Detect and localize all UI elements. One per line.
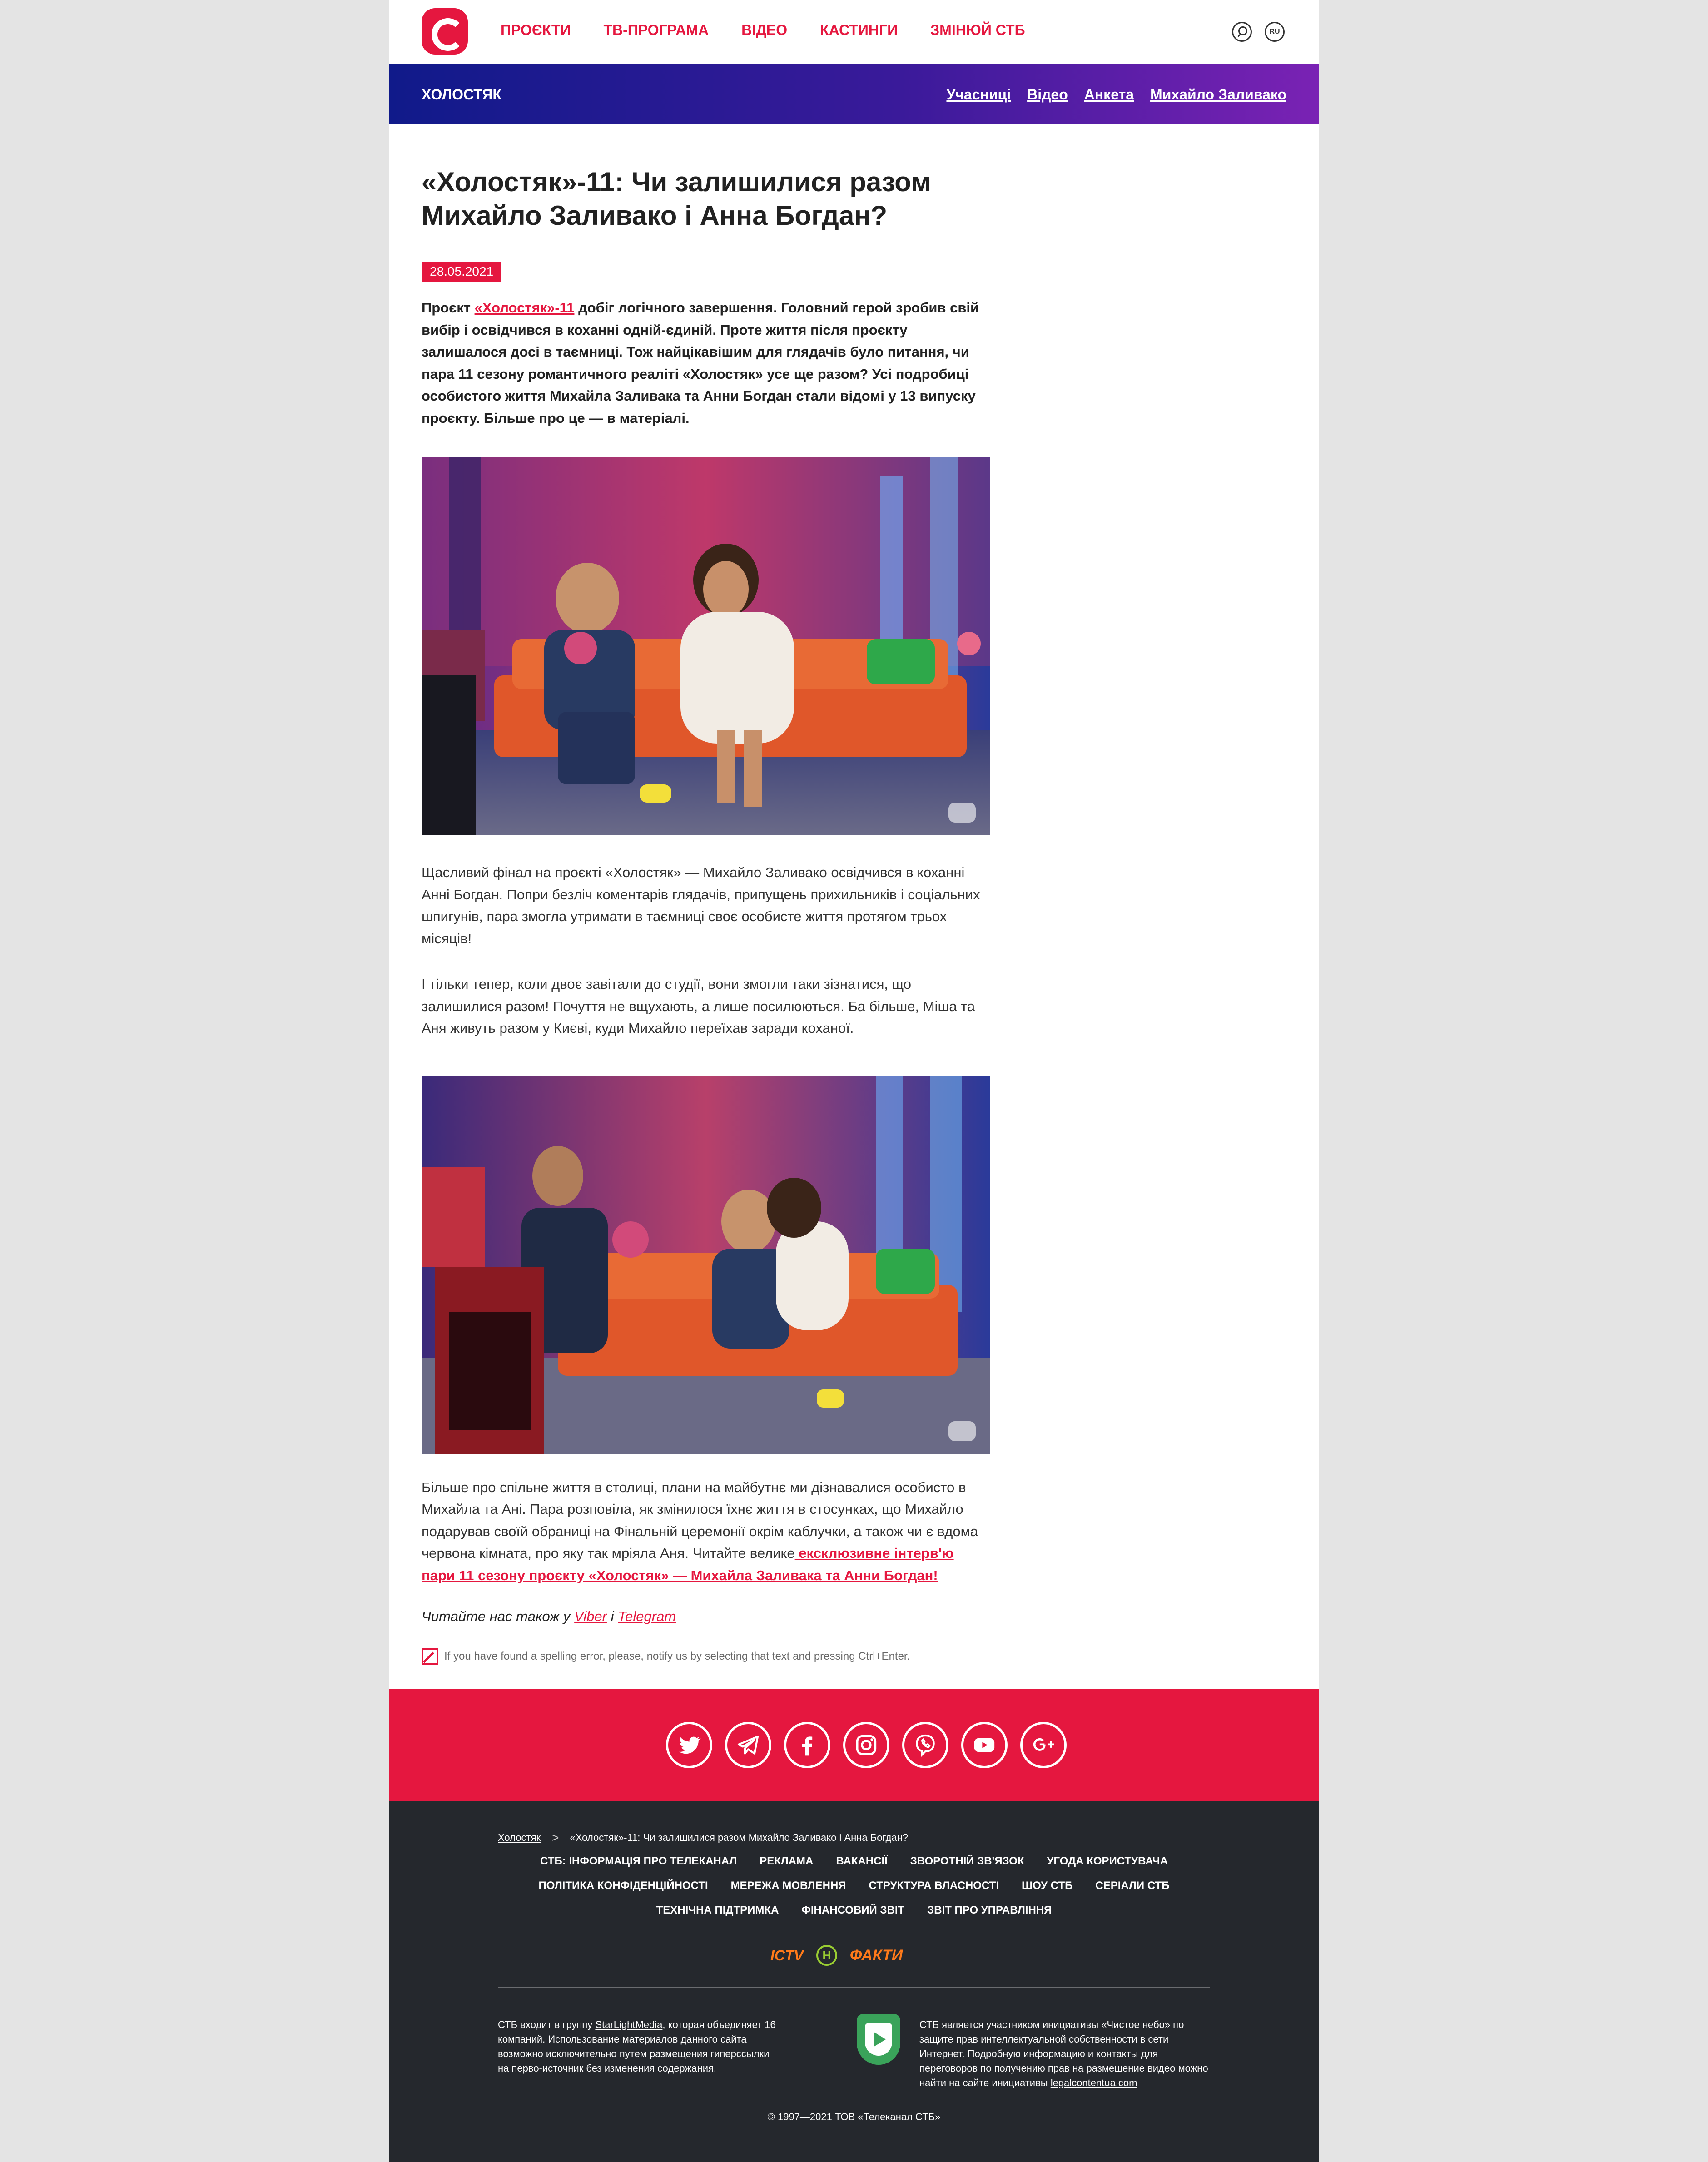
footer-links-row-2: ПОЛІТИКА КОНФІДЕНЦІЙНОСТІ МЕРЕЖА МОВЛЕНН…: [498, 1879, 1210, 1892]
breadcrumb-separator: >: [551, 1830, 559, 1845]
google-plus-icon[interactable]: [1020, 1722, 1067, 1768]
footer-link-vacancies[interactable]: ВАКАНСІЇ: [836, 1855, 887, 1868]
article-paragraph-1: Щасливий фінал на проєкті «Холостяк» — М…: [422, 864, 980, 947]
stb-logo-icon[interactable]: [422, 8, 468, 55]
nav-tv-program[interactable]: ТВ-ПРОГРАМА: [603, 22, 709, 39]
footer-link-financial-report[interactable]: ФІНАНСОВИЙ ЗВІТ: [801, 1904, 904, 1917]
starlightmedia-link[interactable]: StarLightMedia: [595, 2019, 662, 2030]
project-link-mykhailo[interactable]: Михайло Заливако: [1150, 86, 1286, 103]
instagram-icon[interactable]: [843, 1722, 889, 1768]
footer-link-ownership[interactable]: СТРУКТУРА ВЛАСНОСТІ: [869, 1879, 999, 1892]
telegram-icon[interactable]: [725, 1722, 771, 1768]
language-switch[interactable]: RU: [1265, 22, 1285, 42]
twitter-icon[interactable]: [666, 1722, 712, 1768]
telegram-link[interactable]: Telegram: [618, 1608, 676, 1624]
project-nav: Учасниці Відео Анкета Михайло Заливако: [946, 86, 1286, 103]
article-photo-1: [422, 457, 990, 835]
pencil-icon: [422, 1648, 438, 1665]
nav-change-stb[interactable]: ЗМІНЮЙ СТБ: [930, 22, 1025, 39]
article-date: 28.05.2021: [422, 262, 502, 282]
article-title: «Холостяк»-11: Чи залишилися разом Михай…: [422, 167, 931, 231]
read-us-also: Читайте нас також у Viber і Telegram: [422, 1608, 990, 1625]
breadcrumb: Холостяк > «Холостяк»-11: Чи залишилися …: [498, 1830, 908, 1845]
project-bar: ХОЛОСТЯК Учасниці Відео Анкета Михайло З…: [389, 64, 1319, 124]
article-paragraph-3: Більше про спільне життя в столиці, план…: [422, 1477, 990, 1587]
main-nav: ПРОЄКТИ ТВ-ПРОГРАМА ВІДЕО КАСТИНГИ ЗМІНЮ…: [501, 22, 1025, 39]
site-header: ПРОЄКТИ ТВ-ПРОГРАМА ВІДЕО КАСТИНГИ ЗМІНЮ…: [389, 0, 1319, 64]
youtube-icon[interactable]: [961, 1722, 1008, 1768]
footer-links-row-1: СТБ: ІНФОРМАЦІЯ ПРО ТЕЛЕКАНАЛ РЕКЛАМА ВА…: [498, 1855, 1210, 1868]
footer-link-about[interactable]: СТБ: ІНФОРМАЦІЯ ПРО ТЕЛЕКАНАЛ: [540, 1855, 737, 1868]
footer-link-management-report[interactable]: ЗВІТ ПРО УПРАВЛІННЯ: [927, 1904, 1052, 1917]
fakty-logo[interactable]: ФАКТИ: [850, 1947, 903, 1964]
copyright: © 1997—2021 ТОВ «Телеканал СТБ»: [767, 2111, 941, 2122]
ictv-logo[interactable]: ICTV: [770, 1947, 804, 1964]
project-title[interactable]: ХОЛОСТЯК: [422, 86, 501, 103]
page: ПРОЄКТИ ТВ-ПРОГРАМА ВІДЕО КАСТИНГИ ЗМІНЮ…: [389, 0, 1319, 2162]
nav-video[interactable]: ВІДЕО: [741, 22, 787, 39]
project-link-video[interactable]: Відео: [1027, 86, 1068, 103]
article-lead: Проєкт «Холостяк»-11 добіг логічного зав…: [422, 297, 990, 429]
viber-icon[interactable]: [902, 1722, 948, 1768]
lead-text-start: Проєкт: [422, 300, 475, 316]
article: «Холостяк»-11: Чи залишилися разом Михай…: [422, 165, 990, 1665]
footer-link-shows[interactable]: ШОУ СТБ: [1022, 1879, 1072, 1892]
social-band: [389, 1689, 1319, 1801]
footer-link-advertising[interactable]: РЕКЛАМА: [760, 1855, 813, 1868]
search-icon[interactable]: [1232, 22, 1252, 42]
novyny-logo[interactable]: Н: [816, 1945, 837, 1966]
footer-group-info: СТБ входит в группу StarLightMedia, кото…: [498, 2018, 780, 2076]
group-info-text-start: СТБ входит в группу: [498, 2019, 596, 2030]
footer-divider: [498, 1987, 1210, 1988]
footer-clean-sky-info: СТБ является участником инициативы «Чист…: [919, 2018, 1210, 2090]
read-us-text: Читайте нас також у: [422, 1608, 575, 1624]
article-photo-2: [422, 1076, 990, 1454]
footer-link-support[interactable]: ТЕХНІЧНА ПІДТРИМКА: [656, 1904, 779, 1917]
lead-project-link[interactable]: «Холостяк»-11: [475, 300, 575, 316]
nav-castings[interactable]: КАСТИНГИ: [820, 22, 898, 39]
lead-text-rest: добіг логічного завершення. Головний гер…: [422, 300, 979, 426]
facebook-icon[interactable]: [784, 1722, 830, 1768]
footer-link-broadcast-network[interactable]: МЕРЕЖА МОВЛЕННЯ: [731, 1879, 846, 1892]
read-us-and: і: [606, 1608, 618, 1624]
footer-links-row-3: ТЕХНІЧНА ПІДТРИМКА ФІНАНСОВИЙ ЗВІТ ЗВІТ …: [498, 1904, 1210, 1917]
site-footer: Холостяк > «Холостяк»-11: Чи залишилися …: [389, 1801, 1319, 2162]
nav-projects[interactable]: ПРОЄКТИ: [501, 22, 571, 39]
legalcontent-link[interactable]: legalcontentua.com: [1051, 2077, 1137, 2088]
project-link-participants[interactable]: Учасниці: [946, 86, 1011, 103]
footer-link-user-agreement[interactable]: УГОДА КОРИСТУВАЧА: [1047, 1855, 1168, 1868]
footer-links: СТБ: ІНФОРМАЦІЯ ПРО ТЕЛЕКАНАЛ РЕКЛАМА ВА…: [498, 1855, 1210, 1929]
article-paragraph-2: І тільки тепер, коли двоє завітали до ст…: [422, 976, 975, 1036]
breadcrumb-current: «Холостяк»-11: Чи залишилися разом Михай…: [570, 1832, 908, 1843]
spelling-notice-text: If you have found a spelling error, plea…: [444, 1650, 910, 1662]
spelling-notice: If you have found a spelling error, plea…: [422, 1648, 990, 1665]
footer-link-privacy[interactable]: ПОЛІТИКА КОНФІДЕНЦІЙНОСТІ: [539, 1879, 708, 1892]
footer-link-series[interactable]: СЕРІАЛИ СТБ: [1095, 1879, 1169, 1892]
footer-link-feedback[interactable]: ЗВОРОТНІЙ ЗВ'ЯЗОК: [910, 1855, 1024, 1868]
clean-sky-shield-icon[interactable]: [857, 2014, 900, 2065]
viber-link[interactable]: Viber: [574, 1608, 607, 1624]
partner-brands: ICTV Н ФАКТИ: [770, 1945, 903, 1966]
social-icons: [666, 1722, 1067, 1768]
project-link-form[interactable]: Анкета: [1084, 86, 1134, 103]
breadcrumb-home[interactable]: Холостяк: [498, 1832, 541, 1844]
